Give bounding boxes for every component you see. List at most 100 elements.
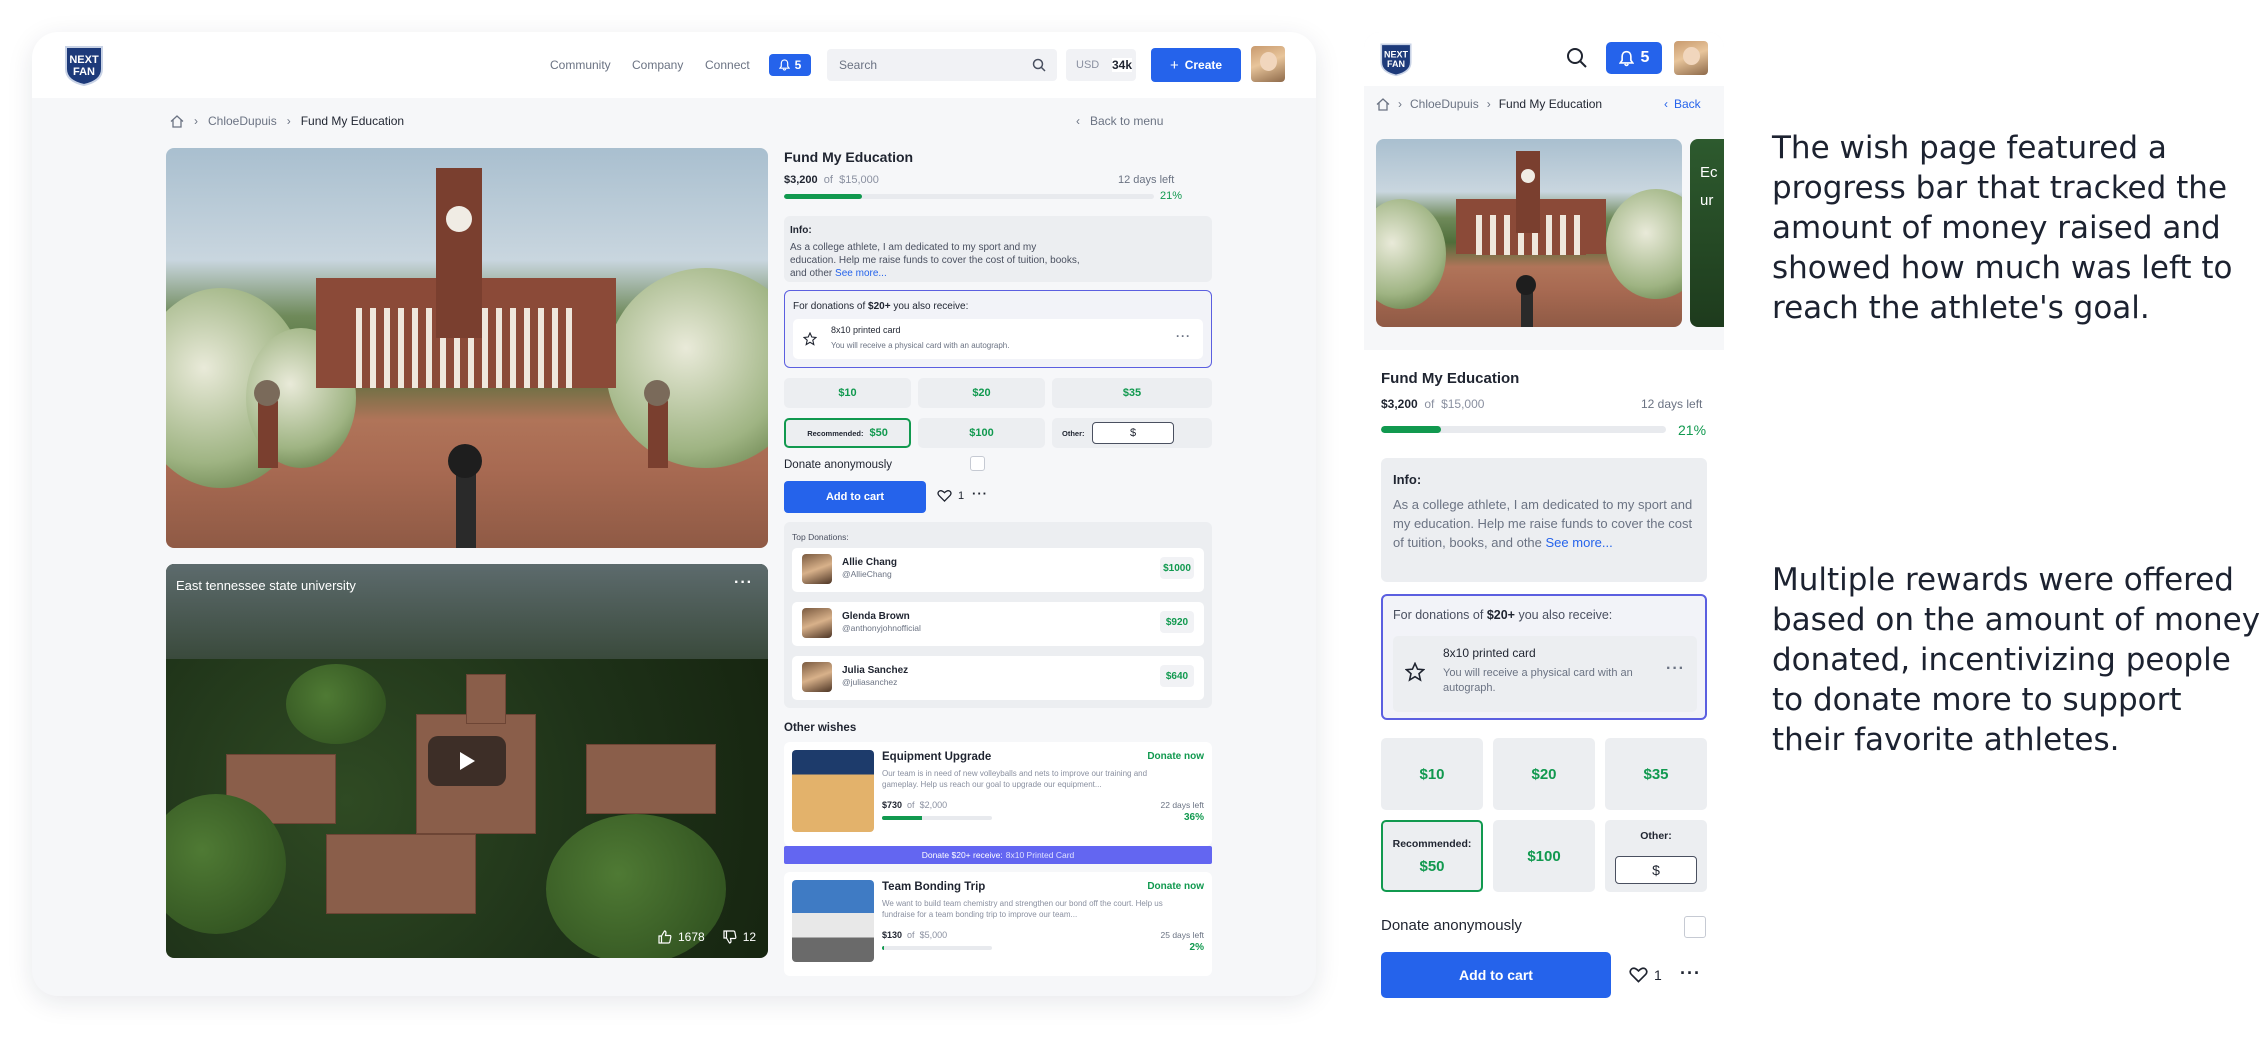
back-label: Back [1674,97,1701,111]
back-to-menu-label: Back to menu [1090,114,1164,128]
other-wish-card[interactable]: Team Bonding Trip Donate now We want to … [784,872,1212,976]
svg-text:FAN: FAN [73,66,95,78]
wish-like-button[interactable]: 1 [937,489,964,502]
dislike-reaction[interactable]: 12 [723,930,756,944]
other-wish-card[interactable]: Equipment Upgrade Donate now Our team is… [784,742,1212,846]
nav-link-community[interactable]: Community [550,58,611,72]
add-to-cart-button[interactable]: Add to cart [784,481,926,513]
donor-name: Allie Chang [842,557,898,568]
user-avatar[interactable] [1674,41,1708,75]
wish-more-icon[interactable]: ··· [972,486,988,501]
video-more-icon[interactable]: ··· [734,574,753,592]
reward-title: 8x10 printed card [1443,646,1536,660]
wish-card-title: Team Bonding Trip [882,881,986,893]
breadcrumb-user[interactable]: ChloeDupuis [1410,97,1479,111]
recommended-label: Recommended: [1392,837,1472,850]
video-reactions: 1678 12 [658,930,756,944]
reward-more-icon[interactable]: ··· [1666,660,1685,678]
see-more-link[interactable]: See more... [835,268,887,279]
mobile-next-card[interactable]: Ec ur [1690,139,1724,327]
wish-more-icon[interactable]: ··· [1680,963,1701,984]
see-more-link[interactable]: See more... [1546,535,1613,550]
bell-icon [778,59,790,71]
wish-like-button[interactable]: 1 [1629,966,1662,983]
amount-option-10[interactable]: $10 [784,378,911,408]
top-donation-row[interactable]: Allie Chang @AllieChang $1000 [792,548,1204,592]
notifications-button[interactable]: 5 [769,54,811,76]
reward-more-icon[interactable]: ··· [1176,329,1191,343]
raised-value: $3,200 [1381,397,1418,411]
amount-option-10[interactable]: $10 [1381,738,1483,810]
breadcrumb: › ChloeDupuis › Fund My Education [170,114,404,128]
raised-value: $3,200 [784,174,818,186]
wish-title: Fund My Education [784,149,914,165]
other-amount-input[interactable]: $ [1615,856,1697,884]
donate-anonymously-checkbox[interactable] [970,456,985,471]
top-donation-row[interactable]: Julia Sanchez @juliasanchez $640 [792,656,1204,700]
thumbs-up-icon [658,930,672,944]
promo-prefix: Donate $20+ receive: [921,850,1003,860]
brand-logo[interactable]: NEXT FAN [62,43,106,87]
amount-option-35[interactable]: $35 [1052,378,1212,408]
amount-option-recommended[interactable]: Recommended: $50 [784,418,911,448]
top-donation-row[interactable]: Glenda Brown @anthonyjohnofficial $920 [792,602,1204,646]
amount-option-recommended[interactable]: Recommended: $50 [1381,820,1483,892]
mobile-top-bar: NEXT FAN 5 [1364,32,1724,86]
search-icon[interactable] [1566,47,1588,69]
donate-now-link[interactable]: Donate now [1147,881,1204,892]
wish-card-progress-fill [882,946,885,950]
of-label: of [823,174,833,186]
wish-like-count: 1 [1654,966,1662,983]
amount-option-100[interactable]: $100 [1493,820,1595,892]
wish-main-photo[interactable] [166,148,768,548]
info-box: Info: As a college athlete, I am dedicat… [784,216,1212,282]
other-wishes-label: Other wishes [784,722,857,734]
progress-percent: 21% [1160,190,1183,202]
brand-logo[interactable]: NEXT FAN [1378,41,1414,77]
like-reaction[interactable]: 1678 [658,930,705,944]
mobile-back-link[interactable]: ‹ Back [1664,97,1701,111]
svg-text:NEXT: NEXT [1384,49,1409,59]
home-icon[interactable] [170,114,184,128]
amount-option-20[interactable]: $20 [1493,738,1595,810]
donor-avatar [802,554,832,584]
reward-box: For donations of $20+ you also receive: … [784,290,1212,368]
donate-anonymously-checkbox[interactable] [1684,916,1706,938]
home-icon[interactable] [1376,97,1390,111]
other-amount-input[interactable]: $ [1092,422,1174,444]
donate-now-link[interactable]: Donate now [1147,751,1204,762]
reward-item[interactable]: 8x10 printed card You will receive a phy… [793,319,1203,359]
mobile-detail-panel: Fund My Education $3,200 of $15,000 12 d… [1364,350,1724,1032]
amount-option-20[interactable]: $20 [918,378,1045,408]
search-icon[interactable] [1032,58,1046,72]
chevron-left-icon: ‹ [1664,97,1668,111]
create-button[interactable]: + Create [1151,48,1241,82]
notifications-button[interactable]: 5 [1606,42,1662,74]
chevron-left-icon: ‹ [1076,114,1080,128]
reward-description: You will receive a physical card with an… [831,341,1010,350]
add-to-cart-button[interactable]: Add to cart [1381,952,1611,998]
user-avatar[interactable] [1251,46,1285,82]
wish-card-days-left: 25 days left [1160,930,1204,940]
amount-option-35[interactable]: $35 [1605,738,1707,810]
mobile-wish-photo[interactable] [1376,139,1682,327]
reward-title: 8x10 printed card [831,325,901,335]
wish-video[interactable]: East tennessee state university ··· 1678… [166,564,768,958]
reward-item[interactable]: 8x10 printed card You will receive a phy… [1393,636,1697,712]
goal-value: $15,000 [839,174,879,186]
nav-link-company[interactable]: Company [632,58,683,72]
play-icon [460,752,475,770]
days-left: 12 days left [1641,397,1703,411]
search-field[interactable]: Search [827,49,1057,81]
nav-link-connect[interactable]: Connect [705,58,750,72]
breadcrumb-user[interactable]: ChloeDupuis [208,114,277,128]
reward-heading: For donations of $20+ you also receive: [793,301,969,312]
plus-icon: + [1169,56,1179,74]
play-button[interactable] [428,736,506,786]
currency-balance[interactable]: USD 34k [1066,49,1136,81]
reward-promo-banner[interactable]: Donate $20+ receive: 8x10 Printed Card [784,846,1212,864]
donor-name: Julia Sanchez [842,665,909,676]
donor-handle: @AllieChang [842,569,892,579]
back-to-menu-link[interactable]: ‹ Back to menu [1076,114,1163,128]
amount-option-100[interactable]: $100 [918,418,1045,448]
